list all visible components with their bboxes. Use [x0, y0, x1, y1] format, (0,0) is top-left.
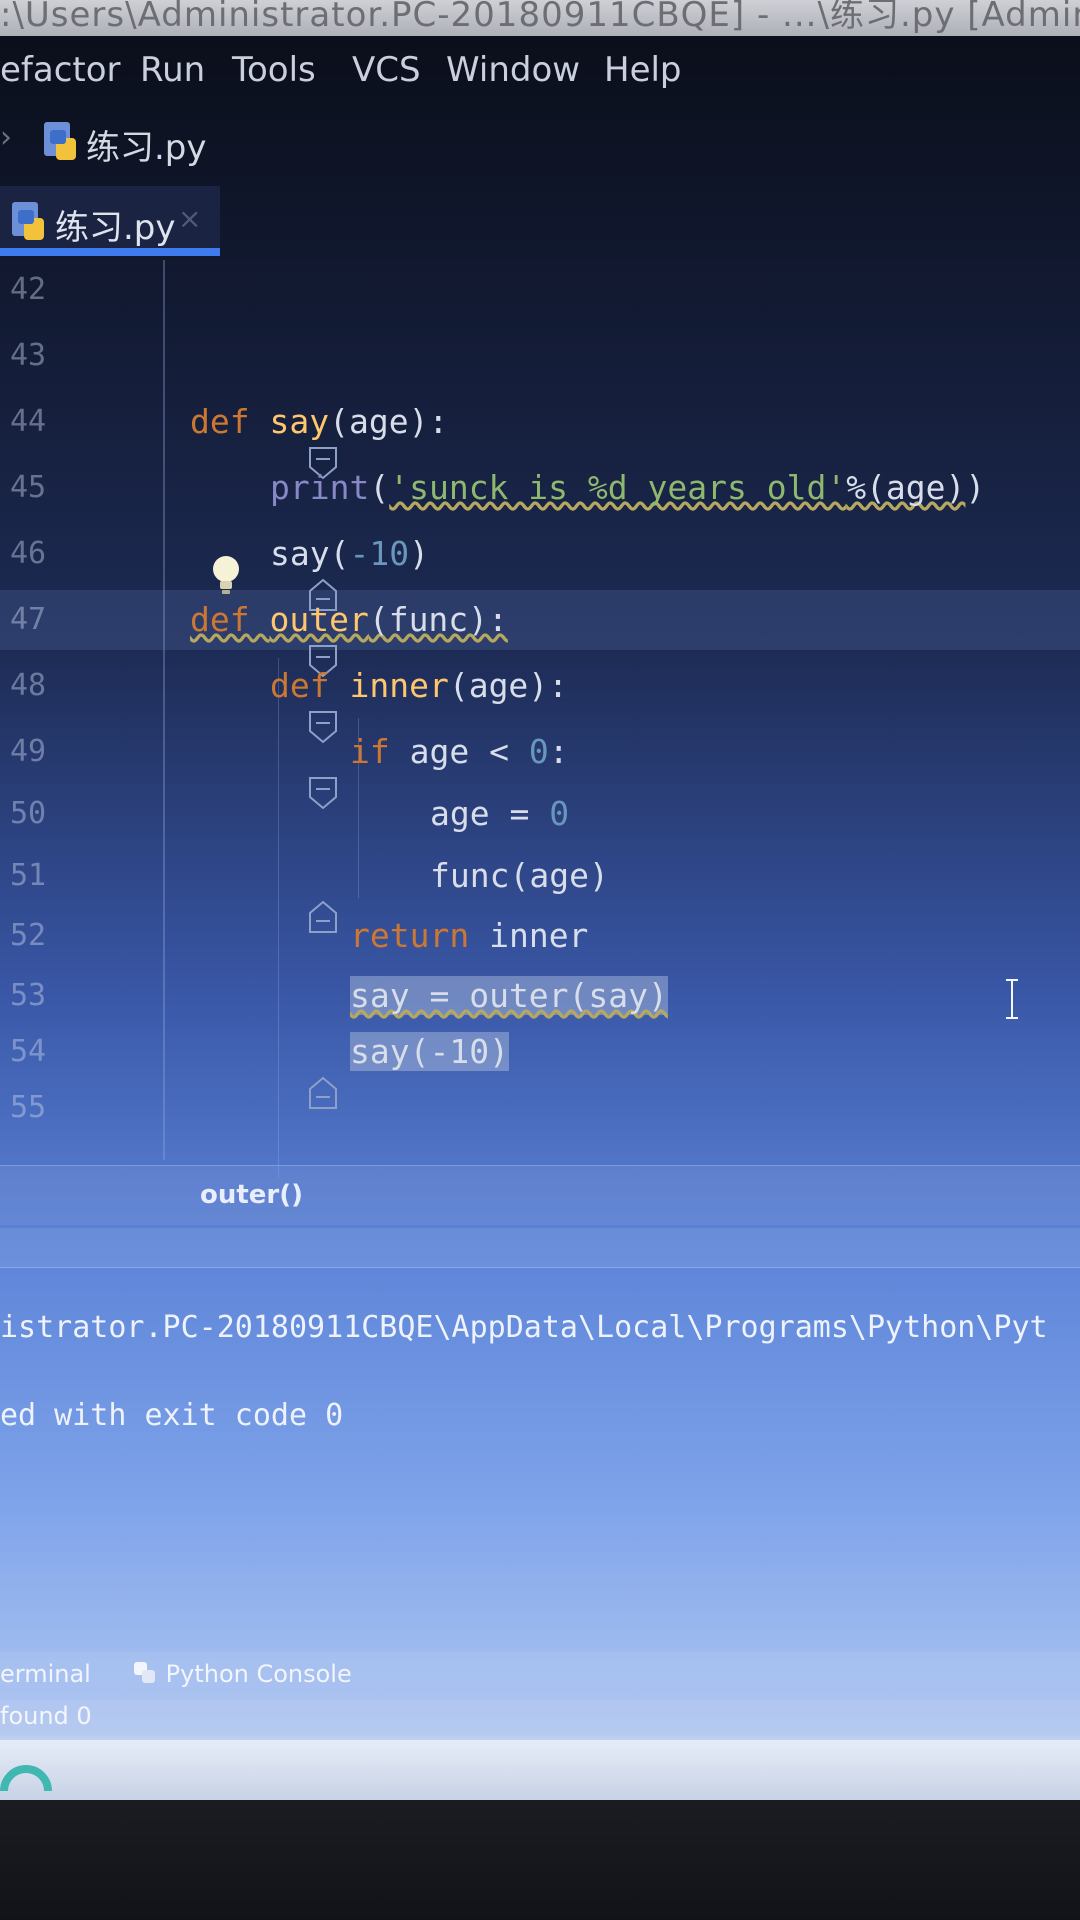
tool-window-tabs: erminal Python Console	[0, 1652, 1080, 1702]
menu-window[interactable]: Window	[446, 50, 580, 90]
line-number: 53	[10, 978, 47, 1013]
run-console[interactable]: istrator.PC-20180911CBQE\AppData\Local\P…	[0, 1270, 1080, 1650]
code-line: 45 print('sunck is %d years old'%(age))	[0, 458, 1080, 518]
tab-python-console[interactable]: Python Console	[132, 1660, 352, 1688]
code-line: 55	[0, 1078, 1080, 1138]
line-number: 52	[10, 918, 47, 953]
line-number: 46	[10, 536, 47, 571]
structure-crumb-outer[interactable]: outer()	[200, 1180, 303, 1210]
code-text: def say(age):	[190, 402, 449, 441]
selected-code-text: say = outer(say)	[350, 976, 668, 1015]
code-line: 48 def inner(age):	[0, 656, 1080, 744]
code-line: 49 if age < 0:	[0, 722, 1080, 810]
line-number: 44	[10, 404, 47, 439]
code-line: 50 age = 0	[0, 784, 1080, 844]
taskbar	[0, 1740, 1080, 1800]
status-text: found 0	[0, 1702, 92, 1730]
fold-icon[interactable]	[148, 736, 337, 810]
fold-icon[interactable]	[148, 406, 337, 480]
code-line: 42	[0, 260, 1080, 320]
code-line: 44 def say(age):	[0, 392, 1080, 480]
code-text: say(-10)	[270, 534, 429, 573]
code-line-current: 47 def outer(func):	[0, 590, 1080, 678]
status-bar: found 0	[0, 1700, 1080, 1736]
tab-file[interactable]: 练习.py ×	[0, 186, 220, 256]
selected-code-text: say(-10)	[350, 1032, 509, 1071]
code-line: 43	[0, 326, 1080, 386]
code-line: 51 func(age)	[0, 846, 1080, 933]
code-line: 52 return inner	[0, 906, 1080, 966]
breadcrumb-file[interactable]: 练习.py	[86, 120, 207, 169]
breadcrumb-separator-icon: ›	[0, 120, 12, 155]
code-text: print('sunck is %d years old'%(age))	[270, 468, 986, 507]
line-number: 51	[10, 858, 47, 893]
editor-tab-bar: 练习.py ×	[0, 186, 1080, 256]
run-panel-header	[0, 1228, 1080, 1268]
line-number: 54	[10, 1034, 47, 1069]
menu-tools[interactable]: Tools	[232, 50, 316, 90]
code-line: 46 say(-10)	[0, 524, 1080, 611]
app-icon[interactable]	[0, 1745, 60, 1799]
menu-refactor[interactable]: efactor	[0, 50, 121, 90]
menu-vcs[interactable]: VCS	[352, 50, 421, 90]
line-number: 42	[10, 272, 47, 307]
line-number: 43	[10, 338, 47, 373]
console-line: ed with exit code 0	[0, 1398, 344, 1433]
line-number: 49	[10, 734, 47, 769]
line-number: 45	[10, 470, 47, 505]
screen: :\Users\Administrator.PC-20180911CBQE] -…	[0, 0, 1080, 1920]
python-console-label: Python Console	[165, 1660, 352, 1688]
code-line: 54 say(-10)	[0, 1022, 1080, 1109]
line-number: 55	[10, 1090, 47, 1125]
text-caret-icon	[1005, 978, 1019, 1020]
python-console-icon	[134, 1662, 155, 1683]
code-text: func(age)	[430, 856, 609, 895]
code-line: 53 say = outer(say)	[0, 966, 1080, 1026]
fold-icon[interactable]	[148, 670, 337, 744]
tab-terminal[interactable]: erminal	[0, 1660, 91, 1688]
fold-icon[interactable]	[148, 604, 337, 678]
code-text: return inner	[350, 916, 589, 955]
menu-run[interactable]: Run	[140, 50, 205, 90]
menu-bar: efactor Run Tools VCS Window Help	[0, 40, 1080, 110]
line-number: 47	[10, 602, 47, 637]
console-line: istrator.PC-20180911CBQE\AppData\Local\P…	[0, 1310, 1048, 1345]
navigation-breadcrumb: › 练习.py	[0, 112, 1080, 182]
code-text: if age < 0:	[350, 732, 569, 771]
fold-icon[interactable]	[148, 860, 337, 933]
line-number: 48	[10, 668, 47, 703]
fold-icon[interactable]	[148, 1036, 337, 1109]
tab-label: 练习.py	[55, 208, 176, 248]
python-file-icon	[10, 200, 48, 246]
line-number: 50	[10, 796, 47, 831]
lightbulb-icon[interactable]	[209, 554, 243, 600]
code-text: def outer(func):	[190, 600, 508, 639]
python-file-icon	[42, 120, 80, 166]
code-text: age = 0	[430, 794, 570, 833]
window-title: :\Users\Administrator.PC-20180911CBQE] -…	[0, 0, 1080, 36]
code-editor[interactable]: 42 43 44 def say(age): 45 print('sunck i…	[0, 260, 1080, 1178]
close-icon[interactable]: ×	[178, 202, 201, 235]
fold-icon[interactable]	[148, 538, 337, 611]
structure-breadcrumb: outer()	[0, 1165, 1080, 1225]
menu-help[interactable]: Help	[604, 50, 682, 90]
code-text: def inner(age):	[270, 666, 569, 705]
